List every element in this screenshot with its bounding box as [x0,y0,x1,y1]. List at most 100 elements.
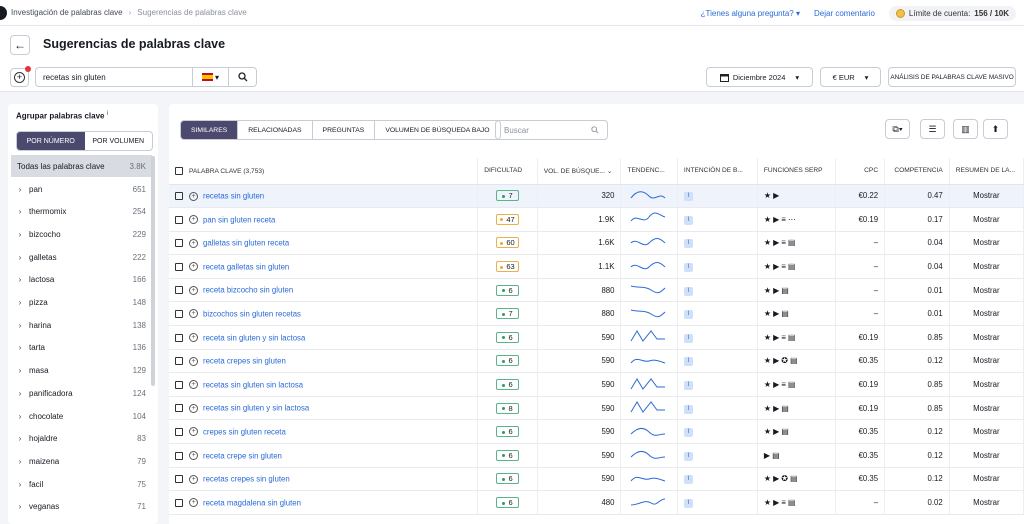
keyword-link[interactable]: receta crepes sin gluten [203,357,286,366]
group-item[interactable]: › bizcocho 229 [11,223,152,245]
show-summary-link[interactable]: Mostrar [949,207,1024,232]
columns-toggle-button[interactable]: ⧉▾ [885,119,910,139]
col-competition[interactable]: COMPETENCIA [884,158,950,185]
col-volume[interactable]: VOL. DE BÚSQUE... ⌄ [537,158,622,185]
help-dropdown[interactable]: ¿Tienes alguna pregunta? ▾ [701,9,800,18]
search-input[interactable]: recetas sin gluten [36,68,193,86]
add-keyword-icon[interactable]: + [189,191,198,201]
table-row[interactable]: + crepes sin gluten receta 6 590 I ★ ▶ ▤ €0… [169,419,1024,445]
show-summary-link[interactable]: Mostrar [949,325,1024,350]
show-summary-link[interactable]: Mostrar [949,301,1024,327]
row-checkbox[interactable] [175,262,183,271]
group-item[interactable]: › chocolate 104 [11,405,152,427]
show-summary-link[interactable]: Mostrar [949,443,1024,468]
account-limit[interactable]: Límite de cuenta: 156 / 10K [888,5,1016,21]
show-summary-link[interactable]: Mostrar [949,184,1024,209]
group-item[interactable]: › panificadora 124 [11,382,152,404]
breadcrumb-root[interactable]: Investigación de palabras clave [11,8,123,17]
row-checkbox[interactable] [175,333,183,342]
table-row[interactable]: + recetas sin gluten 7 320 I ★ ▶ €0.22 0.4… [169,184,1024,209]
group-item[interactable]: › masa 129 [11,360,152,382]
show-summary-link[interactable]: Mostrar [949,349,1024,374]
group-item[interactable]: › hojaldre 83 [11,428,152,450]
add-keyword-icon[interactable]: + [189,262,198,272]
col-cpc[interactable]: CPC [835,158,886,185]
row-checkbox[interactable] [175,380,183,389]
keyword-link[interactable]: receta sin gluten y sin lactosa [203,333,305,342]
keyword-link[interactable]: galletas sin gluten receta [203,239,289,248]
table-row[interactable]: + receta crepes sin gluten 6 590 I ★ ▶ ✪ ▤ €… [169,349,1024,374]
table-row[interactable]: + receta crepe sin gluten 6 590 I ▶ ▤ €0.3… [169,443,1024,468]
row-checkbox[interactable] [175,286,183,295]
add-keyword-icon[interactable]: + [189,403,198,413]
row-checkbox[interactable] [175,427,183,436]
view-columns-button[interactable]: ▥ [953,119,978,139]
col-summary[interactable]: RESUMEN DE LA... [949,158,1024,185]
group-item[interactable]: › facil 75 [11,473,152,495]
currency-select[interactable]: € EUR ▾ [820,67,881,87]
keyword-link[interactable]: receta galletas sin gluten [203,262,289,271]
show-summary-link[interactable]: Mostrar [949,278,1024,303]
search-button[interactable] [229,68,256,86]
add-keyword-icon[interactable]: + [189,427,198,437]
group-item[interactable]: › tarta 136 [11,337,152,359]
group-item[interactable]: › galletas 222 [11,246,152,268]
add-keyword-icon[interactable]: + [189,498,198,508]
show-summary-link[interactable]: Mostrar [949,490,1024,515]
date-select[interactable]: Diciembre 2024 ▾ [706,67,813,87]
col-difficulty[interactable]: DIFICULTAD [477,158,538,185]
group-by-number[interactable]: POR NÚMERO [17,132,85,150]
row-checkbox[interactable] [175,192,183,201]
show-summary-link[interactable]: Mostrar [949,396,1024,421]
table-row[interactable]: + galletas sin gluten receta 60 1.6K I ★ ▶… [169,231,1024,256]
col-keyword[interactable]: PALABRA CLAVE (3,753) [169,158,479,185]
row-checkbox[interactable] [175,309,183,318]
col-serp[interactable]: FUNCIONES SERP [757,158,836,185]
tab-related[interactable]: RELACIONADAS [238,121,313,139]
table-row[interactable]: + receta sin gluten y sin lactosa 6 590 I… [169,325,1024,350]
add-keyword-icon[interactable]: + [189,285,198,295]
show-summary-link[interactable]: Mostrar [949,231,1024,256]
group-scrollbar[interactable] [151,156,155,386]
row-checkbox[interactable] [175,475,183,484]
show-summary-link[interactable]: Mostrar [949,467,1024,492]
table-row[interactable]: + receta magdalena sin gluten 6 480 I ★ ▶ ≡… [169,490,1024,515]
group-by-volume[interactable]: POR VOLUMEN [85,132,153,150]
add-keyword-icon[interactable]: + [189,380,198,390]
keyword-link[interactable]: recetas sin gluten y sin lactosa [203,404,309,413]
add-keyword-icon[interactable]: + [189,451,198,461]
filter-search-input[interactable]: Buscar [495,120,608,140]
back-button[interactable]: ← [10,35,30,55]
keyword-link[interactable]: bizcochos sin gluten recetas [203,309,301,318]
keyword-link[interactable]: receta magdalena sin gluten [203,498,301,507]
filter-button[interactable]: ☰ [920,119,945,139]
table-row[interactable]: + receta galletas sin gluten 63 1.1K I ★ ▶… [169,254,1024,279]
table-row[interactable]: + bizcochos sin gluten recetas 7 880 I ★ ▶… [169,301,1024,327]
add-keyword-icon[interactable]: + [189,333,198,343]
row-checkbox[interactable] [175,239,183,248]
group-item[interactable]: › pan 651 [11,178,152,200]
table-row[interactable]: + receta bizcocho sin gluten 6 880 I ★ ▶ ▤ … [169,278,1024,303]
table-row[interactable]: + recetas sin gluten sin lactosa 6 590 I … [169,372,1024,397]
row-checkbox[interactable] [175,404,183,413]
show-summary-link[interactable]: Mostrar [949,254,1024,279]
select-all-checkbox[interactable] [175,166,183,175]
group-item[interactable]: › maizena 79 [11,450,152,472]
export-button[interactable]: ⬆ [983,119,1008,139]
tab-questions[interactable]: PREGUNTAS [313,121,376,139]
keyword-link[interactable]: pan sin gluten receta [203,215,275,224]
table-row[interactable]: + recetas sin gluten y sin lactosa 8 590 … [169,396,1024,421]
group-item[interactable]: › pizza 148 [11,292,152,314]
tab-low-volume[interactable]: VOLUMEN DE BÚSQUEDA BAJO [375,121,499,139]
add-keyword-icon[interactable]: + [189,474,198,484]
show-summary-link[interactable]: Mostrar [949,419,1024,445]
keyword-link[interactable]: crepes sin gluten receta [203,427,286,436]
keyword-link[interactable]: receta crepe sin gluten [203,451,282,460]
keyword-link[interactable]: receta bizcocho sin gluten [203,286,293,295]
row-checkbox[interactable] [175,215,183,224]
group-item[interactable]: › thermomix 254 [11,201,152,223]
table-row[interactable]: + recetas crepes sin gluten 6 590 I ★ ▶ ✪ ▤ … [169,467,1024,492]
app-logo[interactable] [0,5,7,20]
group-item[interactable]: › harina 138 [11,314,152,336]
bulk-analysis-button[interactable]: ANÁLISIS DE PALABRAS CLAVE MASIVO [888,67,1016,87]
